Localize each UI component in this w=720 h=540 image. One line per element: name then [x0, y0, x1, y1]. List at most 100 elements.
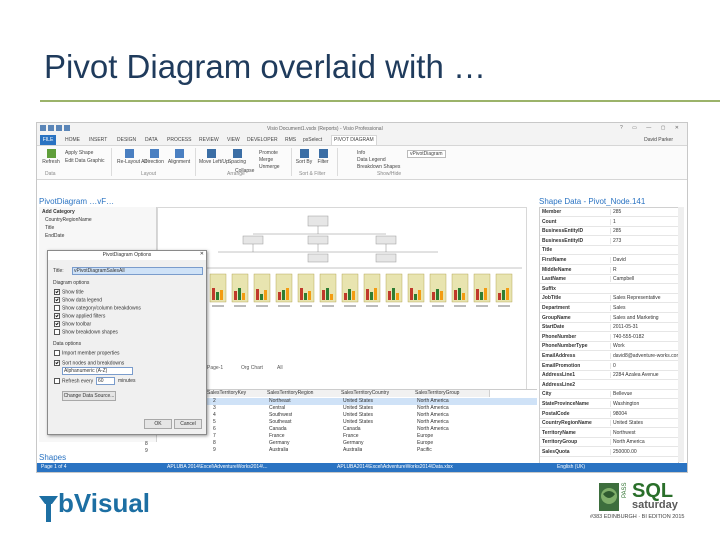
checkbox[interactable]	[54, 321, 60, 327]
shape-data-value[interactable]: 0	[610, 362, 679, 369]
grid-header-country[interactable]: SalesTerritoryCountry	[341, 390, 416, 397]
shape-data-row[interactable]: Count 1	[540, 218, 678, 227]
apply-shape-button[interactable]: Apply Shape	[65, 150, 93, 156]
option-show-title[interactable]: Show title	[54, 289, 84, 295]
shape-data-value[interactable]: Washington	[610, 401, 679, 407]
status-page[interactable]: Page 1 of 4	[41, 464, 67, 470]
shape-data-value[interactable]: 273	[610, 237, 679, 244]
shape-data-value[interactable]: david8@adventure-works.com	[610, 353, 679, 359]
category-item[interactable]: Title	[45, 225, 54, 231]
shape-data-row[interactable]: StateProvinceName Washington	[540, 400, 678, 409]
page-tab-org-chart[interactable]: Org Chart	[241, 365, 263, 371]
shape-data-row[interactable]: Title	[540, 246, 678, 256]
tab-developer[interactable]: DEVELOPER	[247, 137, 278, 143]
shape-data-value[interactable]: Sales Representative	[610, 295, 679, 302]
option-show-breakdown-shapes[interactable]: Show breakdown shapes	[54, 329, 118, 335]
shape-data-row[interactable]: StartDate 2011-05-31	[540, 323, 679, 333]
pivot-name-field[interactable]: vPivotDiagram	[407, 150, 446, 158]
grid-header-region[interactable]: SalesTerritoryRegion	[267, 390, 342, 397]
checkbox[interactable]	[54, 360, 60, 366]
shape-data-row[interactable]: SalesQuota 250000.00	[540, 448, 678, 457]
shape-data-value[interactable]: 1	[610, 218, 679, 225]
shape-data-value[interactable]: 250000.00	[610, 449, 679, 455]
shape-data-row[interactable]: AddressLine1 2284 Azalea Avenue	[540, 371, 678, 381]
shape-data-row[interactable]: MiddleName R	[540, 266, 678, 275]
shape-data-value[interactable]: United States	[610, 420, 679, 427]
shape-data-row[interactable]: Department Sales	[540, 304, 678, 313]
refresh-minutes-field[interactable]: 60	[96, 377, 115, 385]
close-icon[interactable]: ✕	[200, 251, 204, 257]
shape-data-row[interactable]: CountryRegionName United States	[540, 419, 679, 429]
edit-data-graphic-button[interactable]: Edit Data Graphic	[65, 158, 104, 164]
option-show-applied-filters[interactable]: Show applied filters	[54, 313, 105, 319]
tab-home[interactable]: HOME	[65, 137, 80, 143]
page-tab-all[interactable]: All	[277, 365, 283, 371]
shape-data-value[interactable]: 285	[610, 209, 679, 215]
sort-by-button[interactable]: Sort By	[295, 149, 313, 165]
cancel-button[interactable]: Cancel	[174, 419, 202, 429]
option-show-data-legend[interactable]: Show data legend	[54, 297, 102, 303]
shape-data-row[interactable]: PostalCode 98004	[540, 410, 678, 419]
alignment-button[interactable]: Alignment	[167, 149, 191, 165]
shape-data-value[interactable]: David	[610, 257, 679, 263]
relayout-button[interactable]: Re-Layout All	[117, 149, 147, 165]
shape-data-row[interactable]: PhoneNumberType Work	[540, 342, 679, 352]
shape-data-row[interactable]: Member 285	[540, 208, 678, 217]
tab-review[interactable]: REVIEW	[199, 137, 219, 143]
checkbox[interactable]	[54, 313, 60, 319]
status-language[interactable]: English (UK)	[557, 464, 585, 470]
merge-button[interactable]: Merge	[259, 157, 273, 163]
promote-button[interactable]: Promote	[259, 150, 278, 156]
shape-data-row[interactable]: TerritoryGroup North America	[540, 438, 679, 448]
shape-data-value[interactable]: Campbell	[610, 276, 679, 283]
direction-button[interactable]: Direction	[143, 149, 165, 165]
shape-data-row[interactable]: TerritoryName Northwest	[540, 429, 678, 438]
shape-data-value[interactable]: Sales	[610, 305, 679, 311]
option-sort-nodes[interactable]: Sort nodes and breakdowns	[54, 360, 124, 366]
option-import-member-properties[interactable]: Import member properties	[54, 350, 120, 356]
tab-process[interactable]: PROCESS	[167, 137, 191, 143]
shape-data-value[interactable]: Work	[610, 343, 679, 350]
tab-psselect[interactable]: psSelect	[303, 137, 322, 143]
ok-button[interactable]: OK	[144, 419, 172, 429]
refresh-button[interactable]: Refresh	[41, 149, 61, 165]
tab-pivot-diagram[interactable]: PIVOT DIAGRAM	[331, 135, 377, 145]
filter-button[interactable]: Filter	[315, 149, 331, 165]
change-data-source-button[interactable]: Change Data Source...	[62, 391, 116, 401]
breakdown-shapes-toggle[interactable]: Breakdown Shapes	[357, 164, 400, 170]
spacing-button[interactable]: Spacing	[227, 149, 247, 165]
shape-data-row[interactable]: City Bellevue	[540, 390, 679, 400]
shape-data-value[interactable]: 285	[610, 228, 679, 235]
shape-data-value[interactable]: R	[610, 266, 679, 273]
data-legend-toggle[interactable]: Data Legend	[357, 157, 386, 163]
shape-data-value[interactable]: 2011-05-31	[610, 324, 679, 331]
option-show-breakdowns[interactable]: Show category/column breakdowns	[54, 305, 141, 311]
shape-data-value[interactable]: Bellevue	[610, 391, 679, 398]
page-tab-1[interactable]: Page-1	[207, 365, 223, 371]
title-field[interactable]: vPivotDiagramSalesAll	[72, 267, 203, 275]
info-toggle[interactable]: Info	[357, 150, 365, 156]
tab-design[interactable]: DESIGN	[117, 137, 136, 143]
tab-insert[interactable]: INSERT	[89, 137, 107, 143]
shape-data-row[interactable]: BusinessEntityID 273	[540, 237, 678, 246]
option-show-toolbar[interactable]: Show toolbar	[54, 321, 91, 327]
tab-file[interactable]: FILE	[40, 135, 56, 145]
shape-data-row[interactable]: FirstName David	[540, 256, 678, 265]
checkbox[interactable]	[54, 305, 60, 311]
checkbox[interactable]	[54, 378, 60, 384]
category-item[interactable]: CountryRegionName	[45, 217, 92, 223]
shape-data-value[interactable]: North America	[610, 439, 679, 446]
shape-data-value[interactable]: Northwest	[610, 429, 679, 436]
shape-data-row[interactable]: AddressLine2	[540, 381, 678, 390]
shape-data-value[interactable]: Sales and Marketing	[610, 314, 679, 321]
grid-header-group[interactable]: SalesTerritoryGroup	[415, 390, 490, 397]
shape-data-row[interactable]: Suffix	[540, 285, 678, 294]
shape-data-row[interactable]: LastName Campbell	[540, 275, 679, 285]
option-refresh-every[interactable]: Refresh every	[54, 378, 93, 384]
checkbox[interactable]	[54, 329, 60, 335]
move-left-button[interactable]: Move Left/Up	[199, 149, 229, 165]
tab-rms[interactable]: RMS	[285, 137, 296, 143]
category-item[interactable]: EndDate	[45, 233, 64, 239]
tab-view[interactable]: VIEW	[227, 137, 240, 143]
unmerge-button[interactable]: Unmerge	[259, 164, 280, 170]
